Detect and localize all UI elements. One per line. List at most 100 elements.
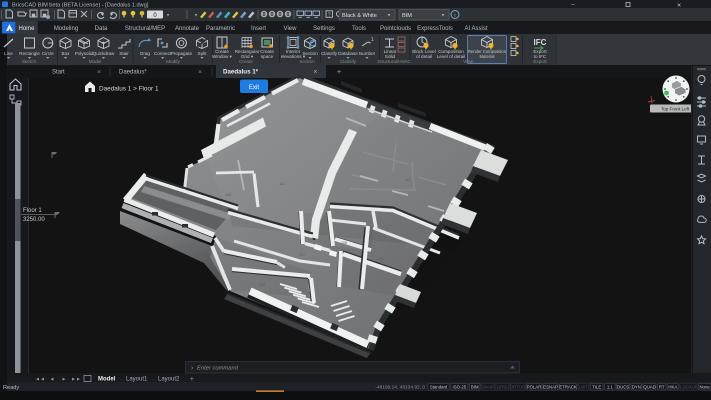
svg-text:RT: RT: [659, 385, 665, 390]
svg-text:Material: Material: [480, 54, 495, 59]
svg-text:None: None: [699, 385, 710, 390]
svg-text:Enter command: Enter command: [197, 366, 239, 372]
svg-text:HKA: HKA: [668, 385, 677, 390]
svg-text:AI Assist: AI Assist: [464, 26, 487, 32]
svg-text:Top Front Left: Top Front Left: [661, 107, 690, 112]
svg-text:Stair: Stair: [119, 51, 129, 56]
svg-text:Level of detail: Level of detail: [437, 54, 465, 59]
svg-text:Quickdraw: Quickdraw: [93, 51, 115, 56]
svg-text:i: i: [454, 13, 455, 19]
svg-text:Modeling: Modeling: [54, 26, 78, 32]
svg-text:107: 107: [299, 253, 305, 257]
svg-text:Daedalus 1*: Daedalus 1*: [223, 69, 259, 76]
svg-text:Sketch: Sketch: [22, 59, 36, 64]
svg-text:112: 112: [405, 178, 411, 182]
svg-text:View: View: [284, 26, 298, 32]
svg-text:Database: Database: [338, 51, 358, 56]
svg-text:IFC: IFC: [534, 38, 547, 47]
svg-text:GRID: GRID: [497, 385, 508, 390]
svg-text:Pointclouds: Pointclouds: [380, 26, 411, 32]
svg-text:104: 104: [173, 205, 179, 209]
svg-text:ORTHO: ORTHO: [510, 385, 526, 390]
svg-text:Home: Home: [18, 26, 35, 32]
svg-text:Data: Data: [95, 26, 108, 32]
svg-text:+: +: [190, 376, 194, 383]
svg-text:Modify: Modify: [166, 59, 180, 64]
svg-text:3250.00: 3250.00: [23, 217, 45, 223]
svg-text:Create: Create: [239, 59, 253, 64]
svg-text:Annotate: Annotate: [175, 26, 200, 32]
svg-text:DYN: DYN: [632, 385, 641, 390]
svg-text:108: 108: [225, 193, 231, 197]
svg-text:BIM: BIM: [471, 385, 479, 390]
svg-text:Propagate: Propagate: [171, 51, 193, 56]
svg-text:Model: Model: [98, 377, 116, 383]
svg-text:ISO-25: ISO-25: [453, 385, 467, 390]
svg-text:Section: Section: [299, 59, 315, 64]
svg-text:Section: Section: [302, 51, 318, 56]
svg-text:Start: Start: [52, 70, 65, 76]
svg-text:BIM: BIM: [402, 13, 412, 19]
svg-text:LWT: LWT: [579, 385, 588, 390]
svg-text:Classify: Classify: [340, 59, 357, 64]
svg-text:Daedalus*: Daedalus*: [119, 70, 147, 76]
svg-text:Split: Split: [198, 51, 208, 56]
svg-text:Floor 1: Floor 1: [23, 208, 42, 214]
svg-text:of detail: of detail: [416, 54, 432, 59]
svg-text:LOCKUI: LOCKUI: [680, 385, 696, 390]
svg-text:BricsCAD BIM beta (BETA Licens: BricsCAD BIM beta (BETA License) - [Daed…: [12, 3, 149, 9]
svg-text:Settings: Settings: [313, 26, 335, 32]
svg-text:Connect: Connect: [154, 51, 172, 56]
svg-text:TILE: TILE: [592, 385, 601, 390]
svg-text:Layout1: Layout1: [126, 377, 148, 383]
svg-text:✕: ✕: [313, 70, 318, 76]
svg-text:Box: Box: [62, 51, 71, 56]
svg-text:102: 102: [378, 257, 384, 261]
svg-text:◄◄: ◄◄: [35, 376, 45, 382]
svg-text:Black & White: Black & White: [342, 13, 377, 19]
svg-text:Export: Export: [533, 59, 547, 64]
svg-text:Circle: Circle: [42, 51, 54, 56]
svg-text:ETRACK: ETRACK: [559, 385, 577, 390]
svg-text:✕: ✕: [677, 3, 682, 9]
svg-text:ExpressTools: ExpressTools: [417, 26, 453, 32]
svg-text:Standard: Standard: [430, 385, 448, 390]
svg-text:Tools: Tools: [352, 26, 366, 32]
svg-text:-48199.14, 48134.92, 0: -48199.14, 48134.92, 0: [375, 384, 425, 390]
svg-text:►: ►: [62, 376, 67, 382]
svg-text:Window ▾: Window ▾: [212, 54, 233, 59]
svg-text:Line: Line: [4, 51, 13, 56]
svg-text:Rectangle: Rectangle: [19, 51, 40, 56]
svg-text:111: 111: [279, 182, 284, 186]
svg-text:POLAR: POLAR: [527, 385, 542, 390]
svg-text:QUAD: QUAD: [643, 385, 655, 390]
svg-text:✕: ✕: [198, 70, 202, 76]
svg-text:Classify: Classify: [321, 51, 338, 56]
svg-text:Insert: Insert: [251, 26, 266, 32]
svg-text:space: space: [261, 54, 274, 59]
svg-text:106: 106: [341, 241, 347, 245]
svg-text:+: +: [337, 69, 341, 76]
svg-text:Layout2: Layout2: [158, 377, 180, 383]
svg-text:Parametric: Parametric: [206, 26, 235, 32]
svg-text:View: View: [463, 59, 474, 64]
svg-text:Drag: Drag: [140, 51, 150, 56]
svg-text:?: ?: [328, 12, 331, 18]
svg-text:◄: ◄: [50, 376, 55, 382]
svg-text:Structural/MEP: Structural/MEP: [125, 26, 165, 32]
svg-text:Exit: Exit: [249, 84, 260, 91]
svg-text:1: 1: [371, 37, 374, 43]
svg-text:Structural/HVAC: Structural/HVAC: [377, 59, 411, 64]
svg-text:1:1: 1:1: [607, 385, 614, 390]
svg-text:103: 103: [259, 283, 265, 287]
svg-text:Polysolid: Polysolid: [75, 51, 94, 56]
svg-text:ESNAP: ESNAP: [543, 385, 558, 390]
svg-text:Daedalus 1 > Floor 1: Daedalus 1 > Floor 1: [99, 86, 159, 93]
svg-text:Ready: Ready: [3, 385, 19, 391]
svg-text:►►: ►►: [71, 376, 81, 382]
svg-text:Number: Number: [359, 51, 376, 56]
svg-text:Model: Model: [89, 59, 102, 64]
svg-text:DUCS: DUCS: [617, 385, 629, 390]
svg-text:SNAP: SNAP: [482, 385, 494, 390]
svg-text:✕: ✕: [97, 70, 101, 76]
